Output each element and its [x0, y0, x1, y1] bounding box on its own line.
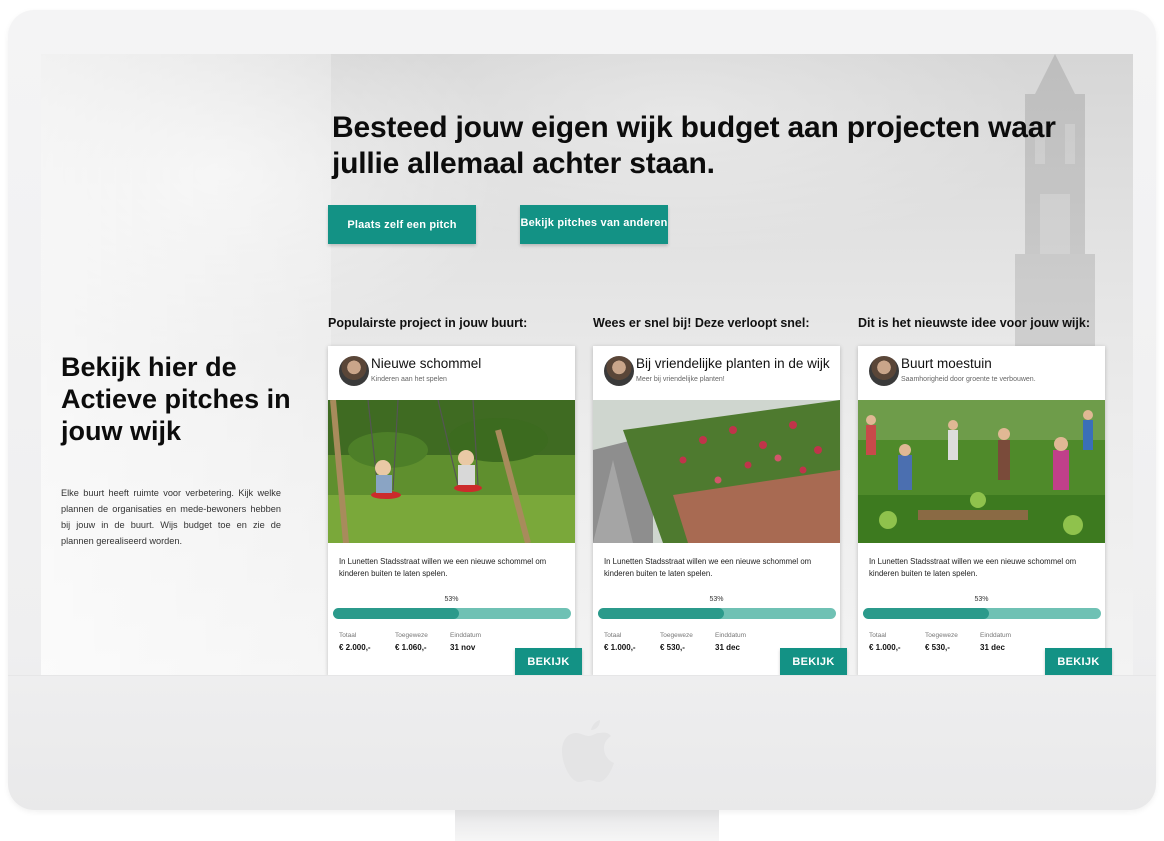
avatar: [604, 356, 634, 386]
stat-granted: Toegeweze € 530,-: [660, 632, 693, 652]
card-header: Nieuwe schommel Kinderen aan het spelen: [328, 346, 575, 400]
stat-granted-value: € 1.060,-: [395, 643, 427, 652]
card-subtitle: Meer bij vriendelijke planten!: [636, 376, 725, 383]
stat-total-label: Totaal: [869, 632, 887, 639]
progress-fill: [863, 608, 990, 619]
stat-total: Totaal € 1.000,-: [869, 632, 901, 652]
view-button[interactable]: BEKIJK: [780, 648, 847, 675]
progress-percent: 53%: [444, 596, 459, 603]
card-description: In Lunetten Stadsstraat willen we een ni…: [869, 557, 1077, 578]
view-pitches-button[interactable]: Bekijk pitches van anderen: [520, 205, 668, 244]
card-title: Buurt moestuin: [901, 356, 992, 371]
card-subtitle: Saamhorigheid door groente te verbouwen.: [901, 376, 1036, 383]
stat-granted-value: € 530,-: [925, 643, 950, 652]
card-header: Buurt moestuin Saamhorigheid door groent…: [858, 346, 1105, 400]
flower-wall-photo-icon: [593, 400, 840, 543]
stat-total-label: Totaal: [604, 632, 622, 639]
stat-total-value: € 2.000,-: [339, 643, 371, 652]
hero-title: Besteed jouw eigen wijk budget aan proje…: [332, 111, 1056, 180]
church-tower-icon: [1015, 54, 1095, 354]
progress-bar: [598, 608, 836, 619]
progress-bar: [333, 608, 571, 619]
stat-end-label: Einddatum: [715, 632, 747, 639]
section-description: Elke buurt heeft ruimte voor verbetering…: [61, 488, 281, 546]
stat-total-value: € 1.000,-: [869, 643, 901, 652]
website-screen: Besteed jouw eigen wijk budget aan proje…: [41, 54, 1133, 675]
card-heading-newest: Dit is het nieuwste idee voor jouw wijk:: [858, 316, 1090, 330]
card-description: In Lunetten Stadsstraat willen we een ni…: [339, 557, 547, 578]
stat-granted-label: Toegeweze: [660, 632, 693, 639]
stat-total: Totaal € 2.000,-: [339, 632, 371, 652]
view-button[interactable]: BEKIJK: [1045, 648, 1112, 675]
progress-fill: [333, 608, 460, 619]
stat-end-label: Einddatum: [450, 632, 482, 639]
pitch-card-plants[interactable]: Bij vriendelijke planten in de wijk Meer…: [593, 346, 847, 675]
imac-chin-divider: [8, 675, 1156, 676]
card-heading-popular: Populairste project in jouw buurt:: [328, 316, 528, 330]
apple-logo-icon: [562, 720, 614, 782]
garden-photo-icon: [858, 400, 1105, 543]
stat-total-value: € 1.000,-: [604, 643, 636, 652]
imac-stand: [455, 810, 719, 841]
stat-end: Einddatum 31 dec: [980, 632, 1011, 652]
stat-granted-label: Toegeweze: [925, 632, 958, 639]
stat-end-label: Einddatum: [980, 632, 1012, 639]
stat-granted: Toegeweze € 1.060,-: [395, 632, 428, 652]
stat-end-value: 31 dec: [715, 643, 740, 652]
card-description: In Lunetten Stadsstraat willen we een ni…: [604, 557, 812, 578]
stat-granted-value: € 530,-: [660, 643, 685, 652]
stat-granted-label: Toegeweze: [395, 632, 428, 639]
avatar: [869, 356, 899, 386]
stat-end-value: 31 nov: [450, 643, 476, 652]
pitch-card-swing[interactable]: Nieuwe schommel Kinderen aan het spelen: [328, 346, 582, 675]
progress-bar: [863, 608, 1101, 619]
card-header: Bij vriendelijke planten in de wijk Meer…: [593, 346, 840, 400]
stat-total: Totaal € 1.000,-: [604, 632, 636, 652]
stat-end: Einddatum 31 nov: [450, 632, 481, 652]
stat-total-label: Totaal: [339, 632, 357, 639]
pitch-card-garden[interactable]: Buurt moestuin Saamhorigheid door groent…: [858, 346, 1112, 675]
place-pitch-button[interactable]: Plaats zelf een pitch: [328, 205, 476, 244]
view-button[interactable]: BEKIJK: [515, 648, 582, 675]
swing-photo-icon: [328, 400, 575, 543]
card-title: Nieuwe schommel: [371, 356, 482, 371]
progress-percent: 53%: [974, 596, 989, 603]
progress-percent: 53%: [709, 596, 724, 603]
card-title: Bij vriendelijke planten in de wijk: [636, 356, 830, 371]
stat-granted: Toegeweze € 530,-: [925, 632, 958, 652]
card-heading-expiring: Wees er snel bij! Deze verloopt snel:: [593, 316, 810, 330]
stat-end-value: 31 dec: [980, 643, 1005, 652]
card-subtitle: Kinderen aan het spelen: [371, 376, 447, 383]
section-title: Bekijk hier de Actieve pitches in jouw w…: [61, 352, 291, 446]
avatar: [339, 356, 369, 386]
stat-end: Einddatum 31 dec: [715, 632, 746, 652]
progress-fill: [598, 608, 725, 619]
